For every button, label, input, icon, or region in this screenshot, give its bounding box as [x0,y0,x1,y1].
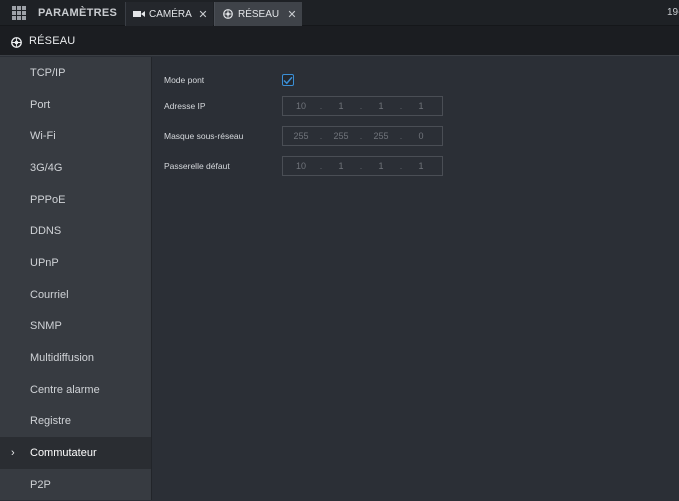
sidebar-item-upnp[interactable]: UPnP [0,247,151,279]
ip-address-octet[interactable]: 1 [403,101,439,111]
subnet-mask-octet[interactable]: 255 [283,131,319,141]
grid-menu-icon[interactable] [12,6,26,20]
gateway-row: Passerelle défaut 10. 1. 1. 1 [164,156,443,176]
gateway-octet[interactable]: 1 [363,161,399,171]
sidebar-item-label: Port [30,98,51,111]
ip-address-octet[interactable]: 1 [363,101,399,111]
subnet-mask-octet[interactable]: 255 [363,131,399,141]
tab-camera-close-icon[interactable]: ✕ [196,8,210,21]
sidebar-item-label: UPnP [30,256,59,269]
sidebar-item-pppoe[interactable]: PPPoE [0,184,151,216]
chevron-right-icon: › [11,447,15,460]
sidebar-item-label: Commutateur [30,447,97,460]
sidebar-item-p2p[interactable]: P2P [0,469,151,501]
sidebar: TCP/IP Port Wi-Fi 3G/4G PPPoE DDNS UPnP … [0,57,151,500]
ip-address-row: Adresse IP 10. 1. 1. 1 [164,96,443,116]
sidebar-item-label: Centre alarme [30,383,100,396]
settings-home[interactable]: PARAMÈTRES [0,0,125,26]
sidebar-item-ddns[interactable]: DDNS [0,215,151,247]
sidebar-item-label: SNMP [30,320,62,333]
sidebar-item-label: Registre [30,415,71,428]
gateway-octet[interactable]: 1 [403,161,439,171]
tab-network[interactable]: RÉSEAU ✕ [214,2,302,26]
sidebar-item-label: TCP/IP [30,66,66,79]
top-tab-bar: PARAMÈTRES CAMÉRA ✕ RÉSEAU ✕ 19- [0,0,679,26]
sidebar-item-switch[interactable]: › Commutateur [0,437,151,469]
sidebar-item-tcpip[interactable]: TCP/IP [0,57,151,89]
sidebar-item-label: Courriel [30,288,69,301]
gateway-octet[interactable]: 1 [323,161,359,171]
gateway-octet[interactable]: 10 [283,161,319,171]
network-icon [11,35,22,48]
sidebar-item-register[interactable]: Registre [0,406,151,438]
clock-text: 19- [667,7,679,18]
settings-title: PARAMÈTRES [38,7,118,19]
gateway-field[interactable]: 10. 1. 1. 1 [282,156,443,176]
sidebar-item-label: Multidiffusion [30,352,94,365]
page-title: RÉSEAU [29,34,76,47]
sidebar-item-label: PPPoE [30,193,66,206]
switch-settings-form: Mode pont Adresse IP 10. 1. 1. 1 Masque … [152,57,679,500]
subnet-mask-row: Masque sous-réseau 255. 255. 255. 0 [164,126,443,146]
ip-address-octet[interactable]: 1 [323,101,359,111]
sidebar-item-label: Wi-Fi [30,130,56,143]
ip-address-octet[interactable]: 10 [283,101,319,111]
sidebar-item-label: P2P [30,478,51,491]
gateway-label: Passerelle défaut [164,161,230,171]
tab-camera[interactable]: CAMÉRA ✕ [125,2,213,26]
ip-address-field[interactable]: 10. 1. 1. 1 [282,96,443,116]
camera-icon [133,9,145,19]
sidebar-item-email[interactable]: Courriel [0,279,151,311]
tab-network-close-icon[interactable]: ✕ [285,8,299,21]
page-header: RÉSEAU [0,26,679,56]
tab-network-label: RÉSEAU [238,8,280,20]
sidebar-item-snmp[interactable]: SNMP [0,311,151,343]
bridge-mode-label: Mode pont [164,75,205,85]
sidebar-item-port[interactable]: Port [0,89,151,121]
subnet-mask-label: Masque sous-réseau [164,131,244,141]
bridge-mode-checkbox[interactable] [282,74,294,86]
subnet-mask-field[interactable]: 255. 255. 255. 0 [282,126,443,146]
bridge-mode-row: Mode pont [164,70,294,90]
sidebar-item-label: DDNS [30,225,62,238]
sidebar-item-alarm-center[interactable]: Centre alarme [0,374,151,406]
subnet-mask-octet[interactable]: 255 [323,131,359,141]
sidebar-item-multicast[interactable]: Multidiffusion [0,342,151,374]
checkmark-icon [283,76,293,84]
sidebar-item-3g4g[interactable]: 3G/4G [0,152,151,184]
subnet-mask-octet[interactable]: 0 [403,131,439,141]
sidebar-item-label: 3G/4G [30,161,63,174]
tab-camera-label: CAMÉRA [149,8,192,20]
network-icon [222,9,234,19]
ip-address-label: Adresse IP [164,101,206,111]
sidebar-item-wifi[interactable]: Wi-Fi [0,120,151,152]
